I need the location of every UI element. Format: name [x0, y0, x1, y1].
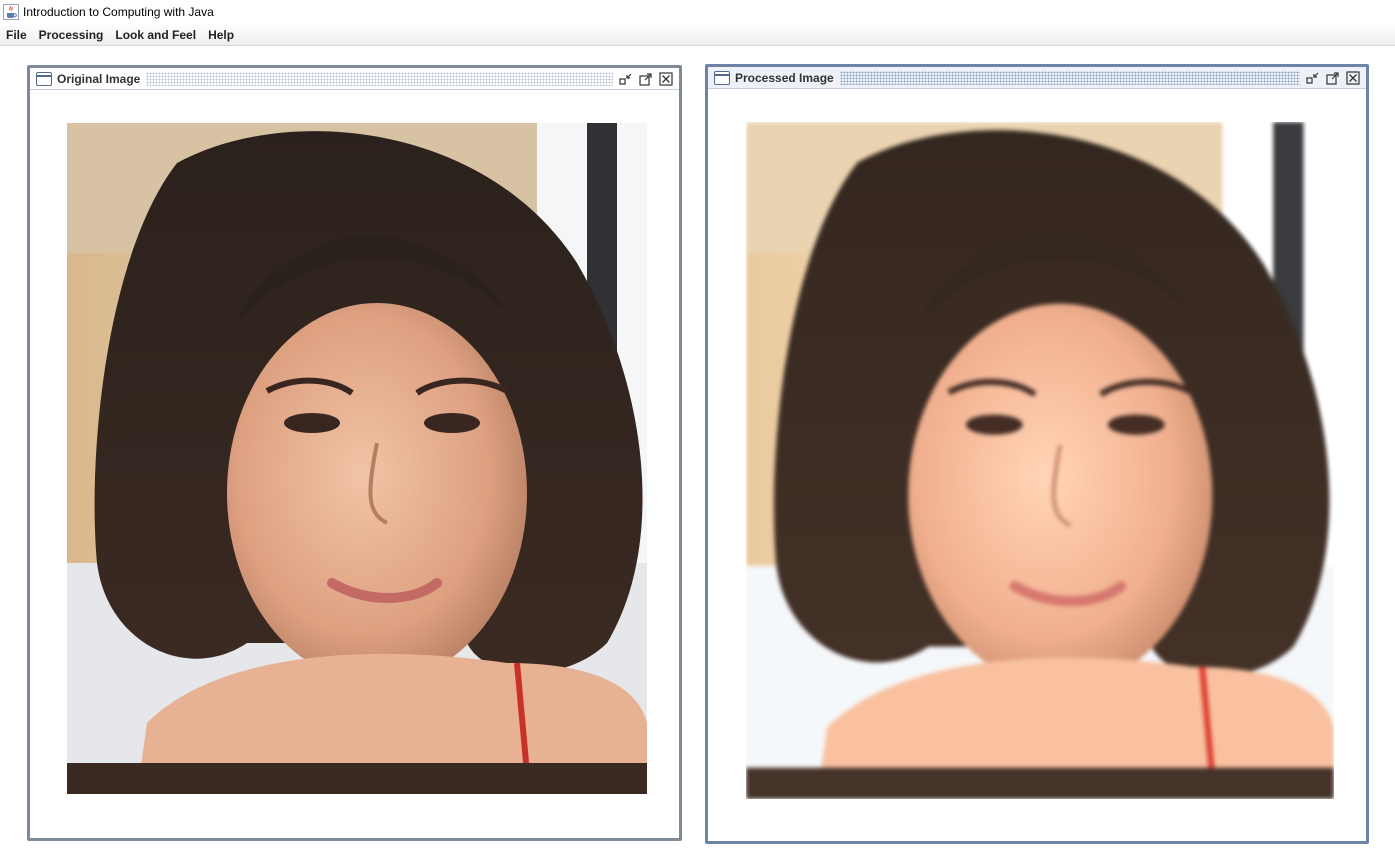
- frame-title: Processed Image: [735, 70, 834, 85]
- frame-titlebar[interactable]: Original Image: [30, 68, 679, 90]
- original-photo: [67, 123, 647, 794]
- original-image-frame[interactable]: Original Image: [27, 65, 682, 841]
- titlebar-grip: [146, 71, 613, 86]
- menubar: File Processing Look and Feel Help: [0, 24, 1395, 46]
- menu-look-and-feel[interactable]: Look and Feel: [110, 26, 202, 44]
- maximize-icon[interactable]: [639, 72, 653, 86]
- frame-content: [708, 89, 1366, 841]
- window-icon: [36, 71, 52, 86]
- close-icon[interactable]: [659, 71, 673, 86]
- java-cup-icon: [3, 4, 19, 20]
- iconify-icon[interactable]: [619, 72, 633, 86]
- app-title: Introduction to Computing with Java: [23, 5, 214, 19]
- maximize-icon[interactable]: [1326, 71, 1340, 85]
- frame-content: [30, 90, 679, 838]
- close-icon[interactable]: [1346, 70, 1360, 85]
- iconify-icon[interactable]: [1306, 71, 1320, 85]
- window-icon: [714, 70, 730, 85]
- menu-file[interactable]: File: [1, 26, 33, 44]
- desktop-pane: Original Image Processed Image: [0, 46, 1395, 866]
- menu-processing[interactable]: Processing: [34, 26, 110, 44]
- processed-image-frame[interactable]: Processed Image: [705, 64, 1369, 844]
- menu-help[interactable]: Help: [203, 26, 240, 44]
- titlebar-grip: [839, 70, 1300, 85]
- app-titlebar: Introduction to Computing with Java: [0, 0, 1395, 24]
- frame-titlebar[interactable]: Processed Image: [708, 67, 1366, 89]
- frame-title: Original Image: [57, 71, 141, 86]
- processed-photo: [746, 122, 1334, 799]
